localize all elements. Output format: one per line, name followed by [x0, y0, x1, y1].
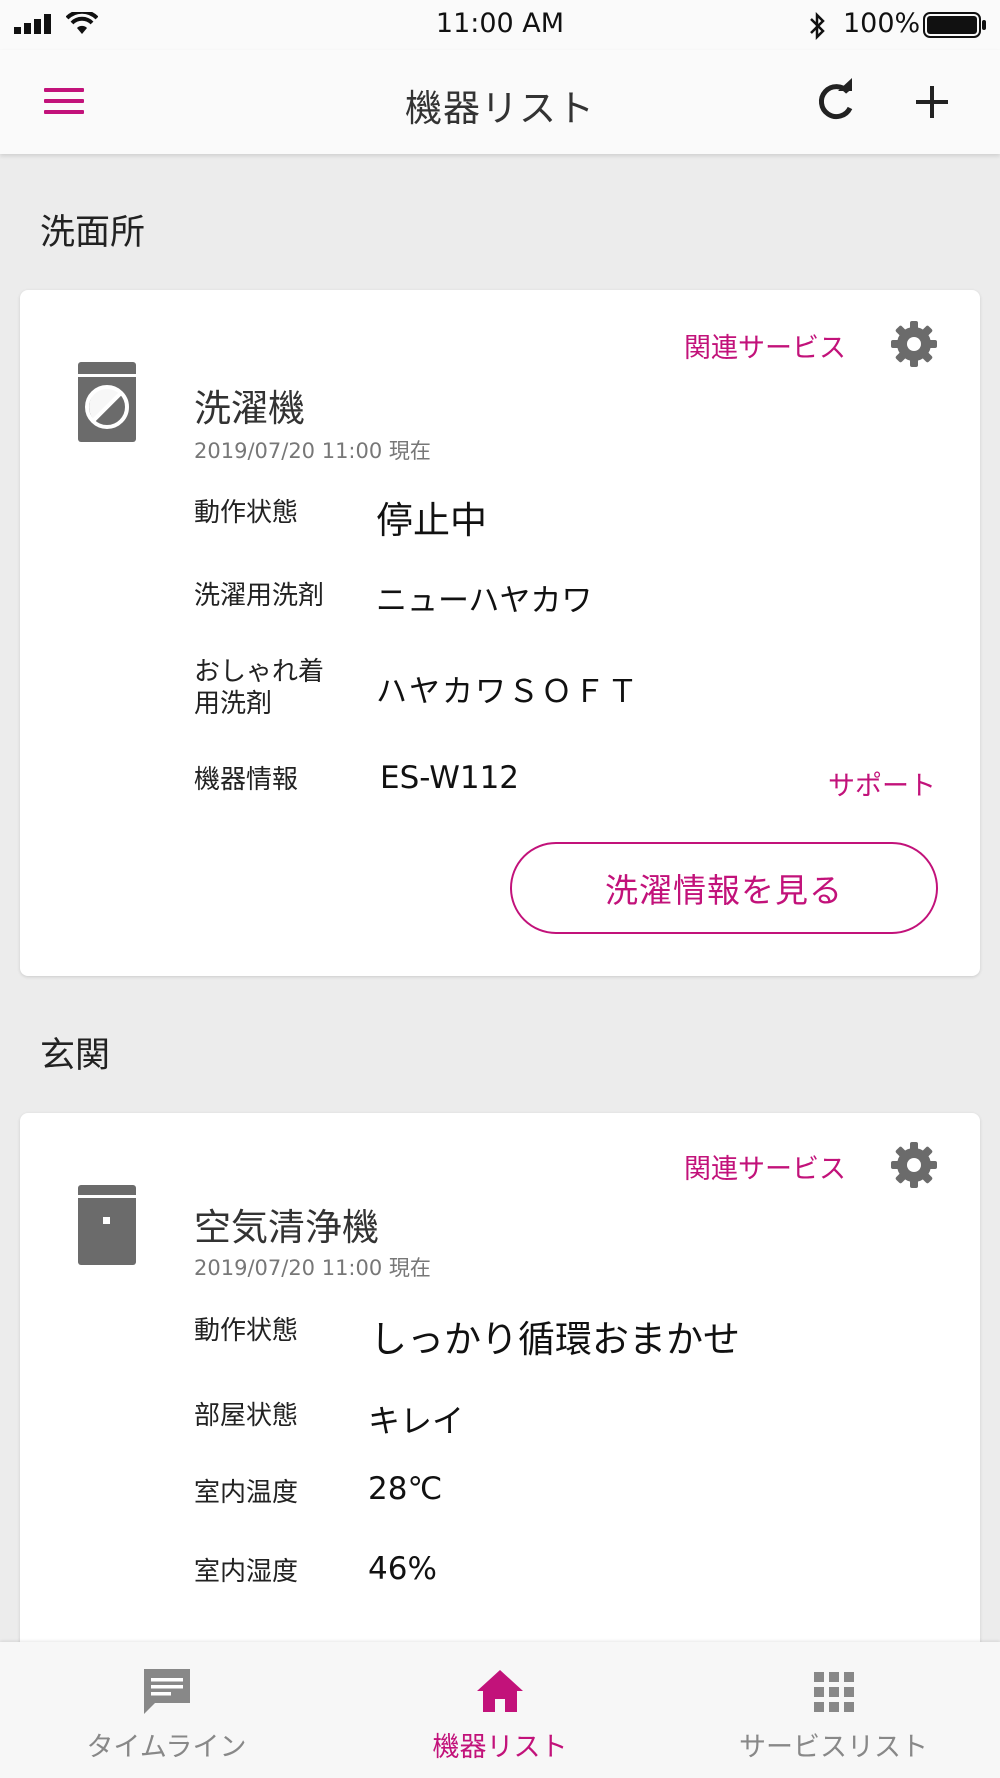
device-timestamp: 2019/07/20 11:00 現在: [194, 439, 431, 463]
view-laundry-info-button[interactable]: 洗濯情報を見る: [510, 842, 938, 934]
bottom-nav: タイムライン 機器リスト サービスリスト: [0, 1642, 1000, 1778]
nav-label: サービスリスト: [739, 1732, 928, 1763]
nav-device-list[interactable]: 機器リスト: [333, 1642, 667, 1778]
row-label-status: 動作状態: [194, 1316, 299, 1346]
device-timestamp: 2019/07/20 11:00 現在: [194, 1256, 431, 1280]
related-services-link[interactable]: 関連サービス: [684, 326, 846, 365]
row-value-detergent: ニューハヤカワ: [376, 583, 593, 619]
settings-gear-icon[interactable]: [888, 1139, 940, 1191]
related-services-link[interactable]: 関連サービス: [684, 1147, 846, 1186]
section-title-washroom: 洗面所: [40, 213, 146, 253]
row-value-status: 停止中: [376, 499, 487, 542]
row-label-room-status: 部屋状態: [194, 1401, 299, 1431]
section-title-entrance: 玄関: [40, 1036, 111, 1076]
row-label-delicate-detergent: おしゃれ着 用洗剤: [194, 657, 325, 719]
timeline-icon: [143, 1669, 190, 1714]
row-value-temperature: 28℃: [368, 1471, 443, 1507]
row-label-device-info: 機器情報: [194, 765, 299, 795]
washing-machine-icon: [78, 362, 136, 442]
device-name: 洗濯機: [194, 387, 305, 430]
grid-icon: [813, 1672, 854, 1712]
nav-label: 機器リスト: [432, 1732, 568, 1763]
nav-service-list[interactable]: サービスリスト: [667, 1642, 1000, 1778]
row-value-room-status: キレイ: [368, 1402, 465, 1440]
bluetooth-icon: [810, 12, 825, 40]
row-label-status: 動作状態: [194, 498, 299, 528]
status-bar: 11:00 AM 100%: [0, 0, 1000, 50]
device-card-air-purifier: 関連サービス 空気清浄機 2019/07/20 11:00 現在 動作状態 しっ…: [20, 1113, 980, 1673]
row-value-model: ES-W112: [380, 760, 520, 796]
air-purifier-icon: [78, 1185, 136, 1265]
device-card-washer: 関連サービス 洗濯機 2019/07/20 11:00 現在 動作状態 停止中 …: [20, 290, 980, 976]
row-value-humidity: 46%: [368, 1551, 437, 1587]
add-icon[interactable]: [908, 78, 956, 126]
row-label-humidity: 室内湿度: [194, 1557, 299, 1587]
nav-timeline[interactable]: タイムライン: [0, 1642, 333, 1778]
device-name: 空気清浄機: [194, 1206, 379, 1249]
nav-label: タイムライン: [86, 1732, 247, 1763]
settings-gear-icon[interactable]: [888, 318, 940, 370]
support-link[interactable]: サポート: [828, 764, 936, 803]
battery-icon: [923, 12, 986, 38]
home-icon: [477, 1670, 523, 1712]
battery-percent: 100%: [843, 8, 921, 39]
row-value-delicate-detergent: ハヤカワＳＯＦＴ: [376, 674, 640, 710]
row-value-status: しっかり循環おまかせ: [370, 1318, 740, 1361]
row-label-detergent: 洗濯用洗剤: [194, 581, 325, 611]
app-bar: 機器リスト: [0, 50, 1000, 154]
refresh-icon[interactable]: [812, 78, 860, 126]
row-label-temperature: 室内温度: [194, 1478, 299, 1508]
